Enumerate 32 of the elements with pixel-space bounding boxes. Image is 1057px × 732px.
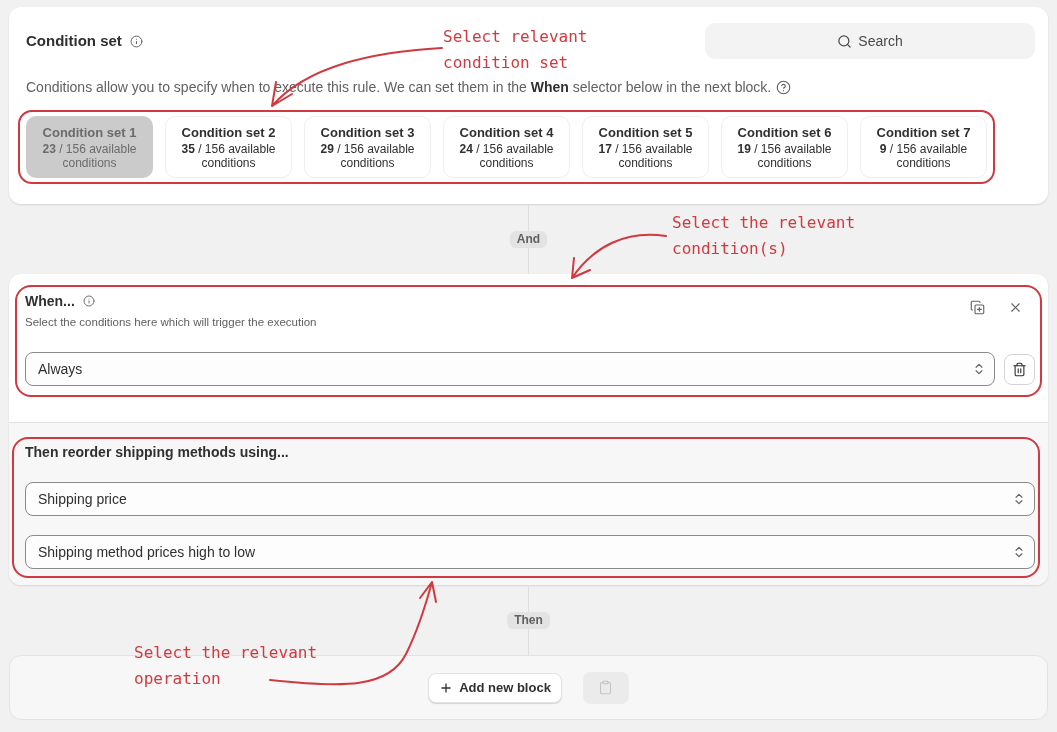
block-subtitle: Select the conditions here which will trigger the execution: [25, 315, 317, 330]
condition-set-tab[interactable]: Condition set 2 35 / 156 available conditions: [165, 116, 292, 178]
search-icon: [837, 33, 853, 49]
select-field[interactable]: Always: [25, 352, 995, 386]
section-title: Condition set: [26, 30, 122, 51]
block-title: When...: [25, 292, 75, 310]
condition-set-tab[interactable]: Condition set 3 29 / 156 available conditions: [304, 116, 431, 178]
connector-label: And: [509, 231, 548, 248]
plus-icon: [439, 680, 454, 695]
help-icon[interactable]: [776, 79, 792, 95]
condition-set-tab[interactable]: Condition set 4 24 / 156 available conditions: [443, 116, 570, 178]
info-icon[interactable]: [82, 295, 95, 307]
condition-set-tab[interactable]: Condition set 7 9 / 156 available conditions: [860, 116, 987, 178]
annotation-note: Select relevant condition set: [443, 26, 589, 74]
duplicate-icon[interactable]: [970, 300, 985, 315]
connector-label: Then: [507, 612, 550, 629]
chevrons-up-down-icon: [1012, 545, 1026, 559]
clipboard-icon: [598, 680, 614, 695]
condition-set-tab[interactable]: Condition set 6 19 / 156 available conditions: [721, 116, 848, 178]
annotation-note: Select the relevant operation: [134, 642, 319, 690]
block-title: Then reorder shipping methods using...: [25, 443, 290, 461]
close-icon[interactable]: [1008, 300, 1023, 315]
select-field[interactable]: Shipping price: [25, 482, 1035, 516]
info-icon[interactable]: [129, 34, 143, 48]
search-button[interactable]: Search: [705, 23, 1035, 59]
annotation-note: Select the relevant condition(s): [672, 212, 857, 260]
chevrons-up-down-icon: [1012, 492, 1026, 506]
condition-set-tab[interactable]: Condition set 5 17 / 156 available conditions: [582, 116, 709, 178]
trash-icon: [1012, 361, 1027, 377]
select-field[interactable]: Shipping method prices high to low: [25, 535, 1035, 569]
delete-button[interactable]: [1004, 353, 1035, 385]
add-new-block-button[interactable]: Add new block: [428, 672, 562, 703]
